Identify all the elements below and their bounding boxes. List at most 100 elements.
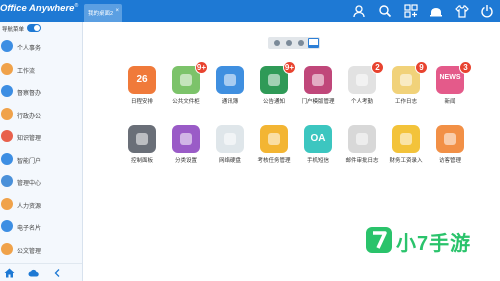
app-launcher[interactable]: 2 个人考勤 (341, 61, 384, 112)
app-launcher[interactable]: 网络硬盘 (209, 125, 251, 171)
app-glyph: NEWS (439, 74, 461, 81)
tab-close-icon[interactable]: × (115, 8, 119, 14)
person-icon (1, 40, 13, 52)
app-launcher[interactable]: 邮件审批日志 (341, 125, 383, 171)
app-glyph: OA (310, 133, 326, 144)
app-symbol (224, 133, 236, 145)
sidebar-item-label: 电子名片 (17, 226, 42, 232)
apps-icon[interactable] (404, 4, 418, 18)
watermark-text: 小7手游 (396, 233, 472, 255)
hr-icon (1, 197, 13, 210)
app-symbol (400, 133, 412, 145)
knowledge-icon (1, 130, 13, 142)
visitor-icon (436, 125, 464, 153)
sidebar-item[interactable]: 电子名片 (0, 216, 82, 238)
collapse-icon[interactable] (52, 268, 63, 278)
app-launcher[interactable]: OA 手机短信 (297, 125, 339, 171)
app-launcher[interactable]: 财务工资录入 (385, 125, 427, 171)
network-disk-icon (216, 125, 244, 153)
app-launcher[interactable]: 访客管理 (429, 125, 471, 171)
search-icon[interactable] (378, 4, 392, 18)
admin-icon (1, 107, 13, 120)
app-symbol (312, 74, 324, 86)
home-icon[interactable] (4, 268, 15, 278)
top-bar: Office Anywhere® 我的桌面2 × (0, 0, 500, 22)
theme-icon[interactable] (455, 4, 469, 18)
app-symbol (136, 133, 148, 145)
assessment-icon (260, 125, 288, 153)
app-launcher[interactable]: 9+ 公共文件柜 (165, 61, 208, 112)
calendar-icon: 26 (128, 66, 156, 94)
notification-badge: 9+ (194, 61, 208, 74)
nav-menu-toggle[interactable] (27, 24, 41, 32)
card-icon (1, 220, 13, 232)
app-launcher[interactable]: NEWS 3 新闻 (429, 61, 472, 112)
app-symbol (268, 133, 280, 145)
notification-badge: 2 (371, 61, 384, 74)
app-symbol (356, 133, 368, 145)
app-label: 新闻 (444, 99, 456, 105)
page-dot[interactable] (298, 40, 304, 46)
category-icon (172, 125, 200, 153)
app-symbol (180, 74, 192, 86)
salary-icon (392, 125, 420, 153)
sidebar-item[interactable]: 人力资源 (0, 194, 82, 216)
watermark-logo (366, 227, 392, 253)
sidebar-item[interactable]: 行政办公 (0, 104, 82, 126)
watermark: 小7手游 (366, 227, 500, 257)
tab-my-desktop[interactable]: 我的桌面2 × (84, 4, 122, 22)
sidebar-item-label: 督察督办 (17, 91, 42, 97)
sidebar-item-label: 人力资源 (17, 203, 42, 210)
app-launcher[interactable]: 9+ 公告通知 (253, 61, 296, 112)
page-switcher (268, 37, 320, 49)
app-launcher[interactable]: 26 日程安排 (121, 66, 163, 112)
address-book-icon (216, 66, 244, 94)
portal-template-icon (304, 66, 332, 94)
sidebar-item[interactable]: 工作流 (0, 59, 82, 81)
mail-log-icon (348, 125, 376, 153)
nav-menu-label: 导航菜单 (2, 27, 25, 33)
sidebar-item[interactable]: 公文管理 (0, 239, 82, 261)
app-glyph: 26 (136, 74, 148, 85)
sidebar-item-label: 个人事务 (17, 46, 42, 52)
management-icon (1, 175, 13, 187)
app-launcher[interactable]: 9 工作日志 (385, 61, 428, 112)
document-icon (1, 242, 13, 255)
page-dot[interactable] (274, 40, 280, 46)
app-symbol (180, 133, 192, 145)
sidebar-footer (0, 263, 82, 281)
chat-icon[interactable] (429, 4, 443, 18)
sidebar-item-label: 知识管理 (17, 136, 42, 142)
app-launcher[interactable]: 考核任务管理 (253, 125, 295, 171)
brand-logo: Office Anywhere® (0, 3, 79, 15)
portal-icon (1, 152, 13, 165)
sidebar: 导航菜单 个人事务工作流督察督办行政办公知识管理智能门户管理中心人力资源电子名片… (0, 22, 83, 281)
notification-badge: 3 (459, 61, 472, 74)
app-launcher[interactable]: 门户模版管理 (297, 66, 339, 112)
power-icon[interactable] (480, 4, 494, 18)
page-dot[interactable] (286, 40, 292, 46)
grid-icon[interactable] (308, 38, 319, 48)
sidebar-item[interactable]: 知识管理 (0, 126, 82, 148)
sidebar-item[interactable]: 管理中心 (0, 171, 82, 193)
sidebar-item[interactable]: 督察督办 (0, 81, 82, 103)
app-launcher[interactable]: 通讯簿 (209, 66, 251, 112)
app-launcher[interactable]: 分类设置 (165, 125, 207, 171)
sidebar-item-label: 工作流 (17, 68, 36, 75)
app-launcher[interactable]: 控制面板 (121, 125, 163, 171)
workflow-icon (1, 62, 13, 75)
sidebar-item-label: 行政办公 (17, 113, 42, 120)
app-symbol (356, 74, 368, 86)
app-label: 访客管理 (438, 158, 461, 164)
user-icon[interactable] (352, 4, 366, 18)
sms-icon: OA (304, 125, 332, 153)
app-symbol (224, 74, 236, 86)
cloud-icon[interactable] (28, 268, 39, 278)
app-symbol (400, 74, 412, 86)
supervise-icon (1, 85, 13, 97)
sidebar-item[interactable]: 个人事务 (0, 36, 82, 58)
sidebar-item-label: 管理中心 (17, 181, 42, 187)
sidebar-item[interactable]: 智能门户 (0, 149, 82, 171)
sidebar-item-label: 智能门户 (17, 158, 42, 165)
app-symbol (444, 133, 456, 145)
